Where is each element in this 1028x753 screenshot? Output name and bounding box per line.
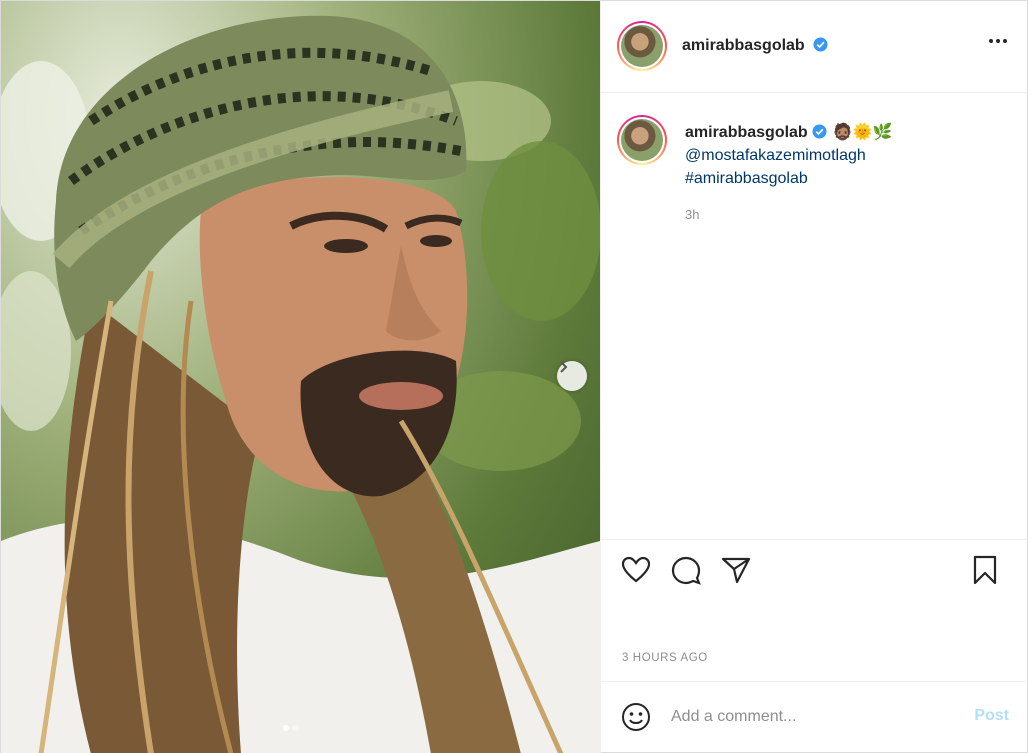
comments-section: amirabbasgolab 🧔🏽🌞🌿 @mostafakazemimotlagh… [601, 93, 1028, 539]
like-button[interactable] [620, 554, 654, 588]
emoji-button[interactable] [621, 702, 651, 732]
header-user: amirabbasgolab [682, 37, 828, 55]
add-comment-bar: Post [601, 681, 1028, 753]
more-options-button[interactable] [989, 39, 1007, 43]
post-timestamp[interactable]: 3 HOURS AGO [622, 652, 708, 664]
post-photo[interactable] [1, 1, 600, 753]
chevron-right-icon [560, 361, 568, 373]
comment-input[interactable] [671, 704, 941, 730]
portrait-illustration [1, 15, 600, 753]
caption-emojis: 🧔🏽🌞🌿 [832, 124, 893, 141]
post-dialog: amirabbasgolab amirabbasgolab 🧔🏽🌞🌿 @mosta… [0, 0, 1028, 753]
smiley-icon [622, 703, 650, 731]
caption-avatar[interactable] [617, 115, 667, 165]
bookmark-icon [973, 555, 997, 585]
post-caption: amirabbasgolab 🧔🏽🌞🌿 @mostafakazemimotlagh… [685, 121, 1005, 190]
post-sidebar: amirabbasgolab amirabbasgolab 🧔🏽🌞🌿 @mosta… [600, 1, 1028, 753]
avatar[interactable] [617, 21, 667, 71]
share-button[interactable] [720, 554, 754, 588]
next-photo-button[interactable] [557, 361, 587, 391]
post-comment-button[interactable]: Post [974, 707, 1009, 725]
verified-badge-icon [812, 124, 827, 139]
comment-button[interactable] [670, 554, 704, 588]
carousel-dot [283, 725, 289, 731]
caption-hashtag[interactable]: #amirabbasgolab [685, 167, 1005, 190]
comment-bubble-icon [671, 556, 701, 585]
caption-mention[interactable]: @mostafakazemimotlagh [685, 144, 1005, 167]
post-header: amirabbasgolab [601, 1, 1028, 93]
caption-username[interactable]: amirabbasgolab [685, 124, 808, 141]
save-button[interactable] [969, 554, 1003, 588]
verified-badge-icon [813, 37, 828, 52]
action-bar [601, 539, 1028, 603]
heart-icon [621, 556, 651, 583]
carousel-indicator [283, 725, 299, 731]
paper-plane-icon [721, 557, 751, 584]
carousel-dot [293, 725, 299, 731]
header-username[interactable]: amirabbasgolab [682, 37, 805, 54]
caption-time[interactable]: 3h [685, 207, 699, 222]
more-options-icon [989, 39, 993, 43]
